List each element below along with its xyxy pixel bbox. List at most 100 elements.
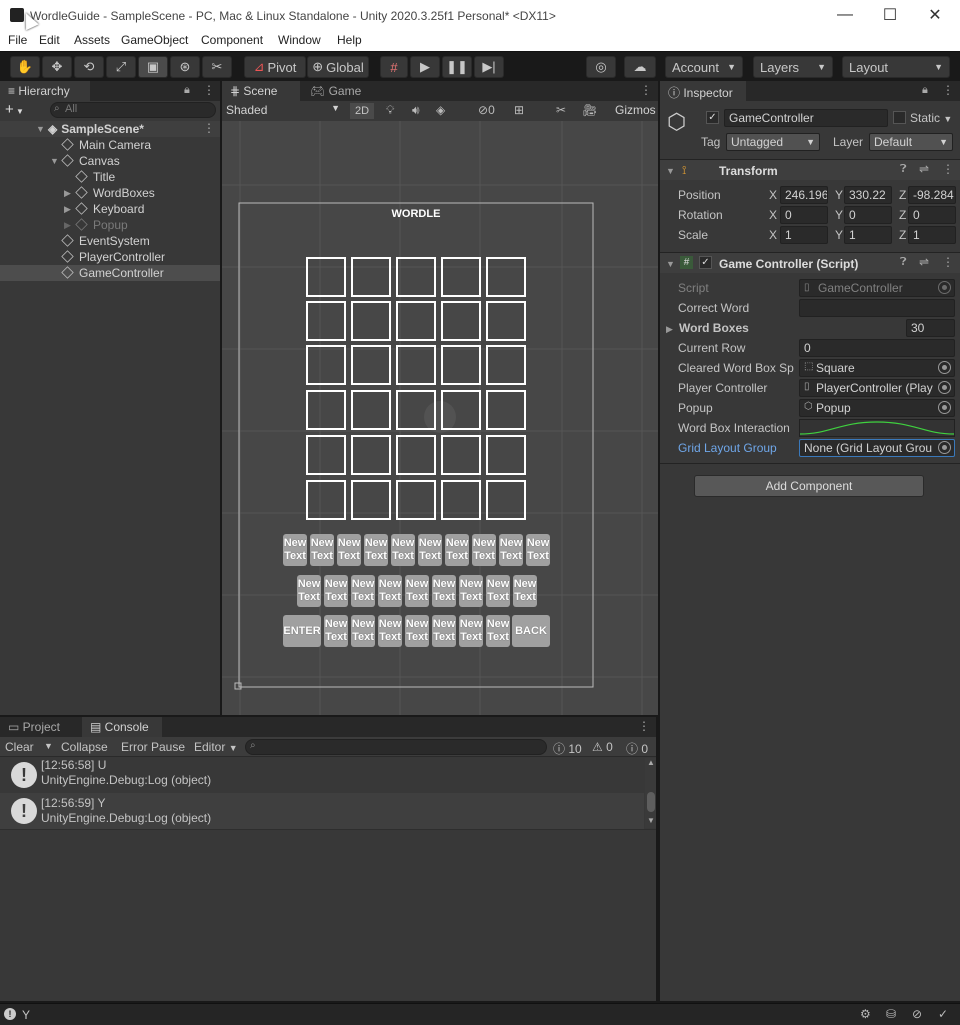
component-enabled-checkbox[interactable]: ✓ xyxy=(699,256,712,269)
player-controller-field[interactable]: PlayerController (Play xyxy=(799,379,955,397)
visibility-icon[interactable]: ⊘0 xyxy=(478,103,495,117)
keyboard-key[interactable]: New Text xyxy=(486,615,510,647)
lock-icon[interactable]: 🔒︎ xyxy=(184,84,190,97)
tools-icon[interactable]: ✂ xyxy=(556,103,566,117)
chevron-down-icon[interactable]: ▼ xyxy=(44,741,53,751)
network-icon[interactable]: ⊘ xyxy=(912,1007,922,1021)
keyboard-key[interactable]: New Text xyxy=(472,534,496,566)
collapsed-arrow-icon[interactable]: ▶ xyxy=(64,188,71,199)
console-entry[interactable]: ! [12:56:59] Y UnityEngine.Debug:Log (ob… xyxy=(0,793,644,829)
cloud-icon[interactable]: ☁ xyxy=(624,56,656,78)
keyboard-key[interactable]: New Text xyxy=(418,534,442,566)
menu-help[interactable]: Help xyxy=(337,33,362,47)
tab-hierarchy[interactable]: ≡ Hierarchy xyxy=(0,81,90,101)
keyboard-key[interactable]: New Text xyxy=(351,615,375,647)
hierarchy-item-popup[interactable]: Popup xyxy=(75,217,128,233)
layers-dropdown[interactable]: Layers ▼ xyxy=(753,56,833,78)
error-pause-button[interactable]: Error Pause xyxy=(121,740,185,754)
keyboard-key[interactable]: New Text xyxy=(432,575,456,607)
position-y-field[interactable]: 330.22 xyxy=(844,186,892,204)
hierarchy-item-title[interactable]: Title xyxy=(75,169,115,185)
lock-icon[interactable]: 🔒︎ xyxy=(922,84,928,97)
shading-mode-dropdown[interactable]: Shaded ▼ xyxy=(226,103,340,117)
rotation-x-field[interactable]: 0 xyxy=(780,206,828,224)
keyboard-key[interactable]: New Text xyxy=(378,575,402,607)
tab-project[interactable]: ▭ Project xyxy=(0,717,80,737)
transform-header[interactable] xyxy=(660,160,960,180)
keyboard-key[interactable]: New Text xyxy=(351,575,375,607)
scroll-thumb[interactable] xyxy=(647,792,655,812)
status-text[interactable]: Y xyxy=(22,1008,30,1022)
scene-menu-icon[interactable]: ⋮ xyxy=(203,121,215,135)
keyboard-key[interactable]: BACK xyxy=(512,615,550,647)
keyboard-key[interactable]: New Text xyxy=(486,575,510,607)
tab-scene[interactable]: ⋕ Scene xyxy=(222,81,300,101)
menu-window[interactable]: Window xyxy=(278,33,321,47)
editor-dropdown[interactable]: Editor ▼ xyxy=(194,740,238,754)
animation-curve-field[interactable] xyxy=(799,419,955,437)
grid-layout-group-field[interactable]: None (Grid Layout Grou xyxy=(799,439,955,457)
expand-arrow-icon[interactable]: ▼ xyxy=(666,259,675,269)
kebab-menu-icon[interactable]: ⋮ xyxy=(203,83,215,97)
global-button[interactable]: ⊕ Global xyxy=(307,56,369,78)
hierarchy-item-keyboard[interactable]: Keyboard xyxy=(75,201,144,217)
scale-z-field[interactable]: 1 xyxy=(908,226,956,244)
object-picker-icon[interactable] xyxy=(938,381,951,394)
tab-console[interactable]: ▤ Console xyxy=(82,717,162,737)
create-button[interactable]: + ▼ xyxy=(5,101,35,119)
scale-x-field[interactable]: 1 xyxy=(780,226,828,244)
keyboard-key[interactable]: New Text xyxy=(337,534,361,566)
collapsed-arrow-icon[interactable]: ▶ xyxy=(64,204,71,215)
keyboard-key[interactable]: New Text xyxy=(364,534,388,566)
add-component-button[interactable]: Add Component xyxy=(694,475,924,497)
menu-assets[interactable]: Assets xyxy=(74,33,110,47)
hierarchy-item-gamecontroller[interactable]: GameController xyxy=(61,265,164,281)
maximize-button[interactable]: ☐ xyxy=(867,4,913,26)
correct-word-field[interactable] xyxy=(799,299,955,317)
play-button[interactable]: ▶ xyxy=(410,56,440,78)
keyboard-key[interactable]: New Text xyxy=(310,534,334,566)
hierarchy-item-main-camera[interactable]: Main Camera xyxy=(61,137,151,153)
hierarchy-item-eventsystem[interactable]: EventSystem xyxy=(61,233,150,249)
keyboard-key[interactable]: New Text xyxy=(283,534,307,566)
hierarchy-item-wordboxes[interactable]: WordBoxes xyxy=(75,185,155,201)
transform-tool-icon[interactable]: ⊛ xyxy=(170,56,200,78)
rect-tool-icon[interactable]: ▣ xyxy=(138,56,168,78)
keyboard-key[interactable]: New Text xyxy=(324,575,348,607)
keyboard-key[interactable]: New Text xyxy=(324,615,348,647)
object-picker-icon[interactable] xyxy=(938,361,951,374)
keyboard-key[interactable]: New Text xyxy=(513,575,537,607)
log-count-toggle[interactable]: ⓘ 10 xyxy=(553,740,582,757)
hand-tool-icon[interactable]: ✋ xyxy=(10,56,40,78)
rotation-y-field[interactable]: 0 xyxy=(844,206,892,224)
tab-inspector[interactable]: ⓘ Inspector xyxy=(660,81,746,101)
keyboard-key[interactable]: New Text xyxy=(459,575,483,607)
effects-icon[interactable]: ◈ xyxy=(436,103,445,117)
tag-dropdown[interactable]: Untagged ▼ xyxy=(726,133,820,151)
hierarchy-item-canvas[interactable]: Canvas xyxy=(61,153,120,169)
keyboard-key[interactable]: New Text xyxy=(445,534,469,566)
kebab-menu-icon[interactable]: ⋮ xyxy=(640,83,652,97)
static-checkbox[interactable] xyxy=(893,111,906,124)
keyboard-key[interactable]: New Text xyxy=(378,615,402,647)
scroll-down-icon[interactable]: ▼ xyxy=(647,816,655,825)
expand-arrow-icon[interactable]: ▼ xyxy=(50,156,59,166)
console-entry[interactable]: ! [12:56:58] U UnityEngine.Debug:Log (ob… xyxy=(0,758,644,792)
kebab-menu-icon[interactable]: ⋮ xyxy=(638,719,650,733)
error-count-toggle[interactable]: ⓘ 0 xyxy=(626,740,648,757)
console-search-input[interactable] xyxy=(245,739,547,755)
menu-component[interactable]: Component xyxy=(201,33,263,47)
active-checkbox[interactable]: ✓ xyxy=(706,111,719,124)
scale-tool-icon[interactable]: ⤢ xyxy=(106,56,136,78)
collapsed-arrow-icon[interactable]: ▶ xyxy=(666,324,673,335)
keyboard-key[interactable]: New Text xyxy=(432,615,456,647)
keyboard-key[interactable]: New Text xyxy=(526,534,550,566)
preset-icon[interactable]: ⇌ xyxy=(919,162,929,176)
static-label[interactable]: Static ▼ xyxy=(910,111,952,125)
scroll-up-icon[interactable]: ▲ xyxy=(647,758,655,767)
layout-dropdown[interactable]: Layout ▼ xyxy=(842,56,950,78)
custom-tool-icon[interactable]: ✂ xyxy=(202,56,232,78)
grid-icon[interactable]: ⊞ xyxy=(514,103,524,117)
keyboard-key[interactable]: New Text xyxy=(391,534,415,566)
gizmos-dropdown[interactable]: Gizmos xyxy=(615,103,656,117)
